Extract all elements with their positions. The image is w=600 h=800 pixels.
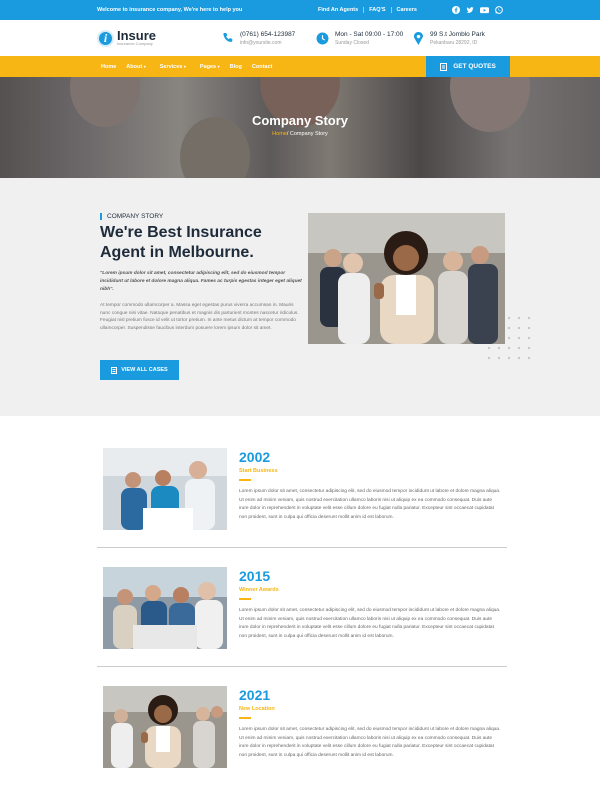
closed-text: Sunday Closed [335,39,369,46]
logo-name: Insure [117,28,157,43]
accent-bar [239,598,251,600]
email-address[interactable]: info@yoursite.com [240,40,295,46]
youtube-icon[interactable] [480,6,489,14]
section-body: At tempor commodo ullamcorper a. Massa e… [100,303,299,332]
link-find-agents[interactable]: Find An Agents [313,7,365,13]
phone-number[interactable]: (0761) 654-123987 [240,31,295,38]
nav-services[interactable]: Services ▾ [160,64,186,70]
timeline-subtitle: Start Business [239,468,278,474]
link-faqs[interactable]: FAQ'S [364,7,392,13]
timeline-section: 2002 Start Business Lorem ipsum dolor si… [0,416,600,800]
section-heading: We're Best Insurance Agent in Melbourne. [100,224,262,261]
timeline-photo-illustration [103,448,227,530]
top-bar-right: Find An Agents FAQ'S Careers [313,6,503,14]
breadcrumb-current: / Company Story [286,131,328,137]
section-kicker: COMPANY STORY [100,213,163,220]
top-bar: Welcome to insurance company, We're here… [0,0,600,20]
twitter-icon[interactable] [466,6,474,14]
accent-bar [239,479,251,481]
timeline-text: Lorem ipsum dolor sit amet, consectetur … [239,727,501,759]
timeline-year: 2002 [239,449,271,465]
timeline-subtitle: New Location [239,706,275,712]
nav-home[interactable]: Home [101,64,116,70]
link-careers[interactable]: Careers [392,7,423,13]
facebook-icon[interactable] [452,6,460,14]
whatsapp-icon[interactable] [495,6,503,14]
main-nav: Home About ▾ Services ▾ Pages ▾ Blog Con… [0,56,600,77]
logo[interactable]: i Insure Insurance Company [97,28,217,47]
hero-text: Company Story Home/ Company Story [0,113,600,137]
accent-bar [239,717,251,719]
contact-phone: (0761) 654-123987 info@yoursite.com [222,31,295,46]
page-hero: Company Story Home/ Company Story [0,77,600,178]
timeline-photo [103,567,227,649]
breadcrumb: Home/ Company Story [0,131,600,137]
social-links [452,6,503,14]
nav-services-label: Services [159,63,183,70]
timeline-entry: 2002 Start Business Lorem ipsum dolor si… [97,416,507,548]
team-photo-illustration [308,213,505,344]
chevron-down-icon: ▾ [183,63,186,69]
breadcrumb-home[interactable]: Home [272,131,287,137]
timeline-entry: 2015 Winner Awards Lorem ipsum dolor sit… [97,535,507,667]
company-story-section: COMPANY STORY We're Best Insurance Agent… [0,178,600,416]
timeline-photo-illustration [103,686,227,768]
welcome-text: Welcome to insurance company, We're here… [97,7,243,13]
address-block: 99 S.t Jomblo Park Pekanbaru 28292, ID [413,31,485,46]
page-title: Company Story [251,113,349,128]
team-photo [308,213,505,344]
timeline-photo-illustration [103,567,227,649]
timeline-subtitle: Winner Awards [239,587,279,593]
top-links: Find An Agents FAQ'S Careers [313,7,422,13]
nav-contact[interactable]: Contact [252,64,272,70]
document-icon [440,62,448,71]
nav-pages[interactable]: Pages ▾ [200,64,220,70]
get-quotes-label: GET QUOTES [453,63,496,70]
timeline-entry: 2021 New Location Lorem ipsum dolor sit … [97,654,507,768]
clock-icon [316,32,329,44]
nav-about[interactable]: About ▾ [126,64,145,70]
location-pin-icon [413,31,424,45]
view-all-cases-label: VIEW ALL CASES [121,367,168,373]
logo-tagline: Insurance Company [117,41,153,46]
section-lead: "Lorem ipsum dolor sit amet, consectetur… [100,271,302,292]
logo-mark: i [97,29,114,47]
document-icon [111,366,118,374]
timeline-photo [103,686,227,768]
hours-text: Mon - Sat 09:00 - 17:00 [335,30,404,38]
timeline-photo [103,448,227,530]
nav-blog[interactable]: Blog [230,64,242,70]
opening-hours: Mon - Sat 09:00 - 17:00 Sunday Closed [316,31,403,46]
chevron-down-icon: ▾ [143,63,146,69]
address-line1: 99 S.t Jomblo Park [430,30,485,38]
get-quotes-button[interactable]: GET QUOTES [426,56,510,77]
phone-icon [223,33,233,42]
view-all-cases-button[interactable]: VIEW ALL CASES [100,360,179,380]
chevron-down-icon: ▾ [217,63,220,69]
nav-about-label: About [126,63,143,70]
nav-pages-label: Pages [199,63,217,70]
timeline-year: 2015 [239,568,271,584]
address-line2: Pekanbaru 28292, ID [430,39,478,46]
timeline-year: 2021 [239,687,271,703]
site-header: i Insure Insurance Company (0761) 654-12… [0,20,600,56]
timeline-text: Lorem ipsum dolor sit amet, consectetur … [239,608,501,640]
timeline-text: Lorem ipsum dolor sit amet, consectetur … [239,489,501,521]
